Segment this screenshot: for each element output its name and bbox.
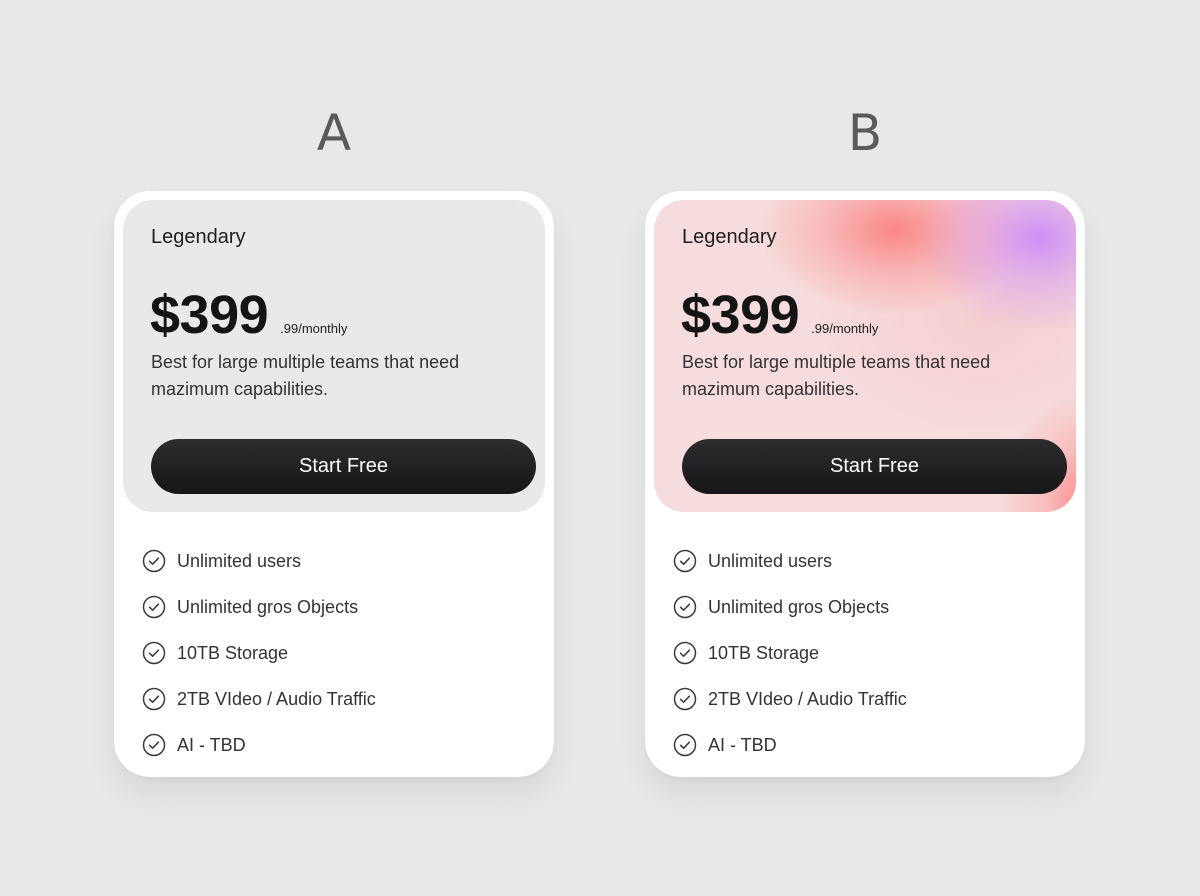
feature-item: 2TB VIdeo / Audio Traffic: [673, 676, 907, 722]
feature-label: 2TB VIdeo / Audio Traffic: [177, 689, 376, 709]
feature-label: AI - TBD: [177, 735, 246, 755]
feature-item: 10TB Storage: [673, 630, 907, 676]
start-free-button[interactable]: Start Free: [151, 439, 536, 494]
feature-item: 10TB Storage: [142, 630, 376, 676]
plan-description: Best for large multiple teams that need …: [151, 352, 460, 399]
price-period: .99/monthly: [811, 321, 879, 336]
check-circle-icon: [673, 641, 697, 665]
feature-label: Unlimited users: [177, 551, 302, 571]
start-free-button[interactable]: Start Free: [682, 439, 1067, 494]
feature-list: Unlimited users Unlimited gros Objects 1…: [142, 538, 376, 768]
price-amount: $399: [150, 285, 269, 345]
plan-name: Legendary: [151, 226, 246, 248]
feature-item: AI - TBD: [142, 722, 376, 768]
pricing-card-b: Legendary $399 .99/monthly Best for larg…: [645, 191, 1085, 777]
feature-label: 10TB Storage: [177, 643, 289, 663]
feature-label: AI - TBD: [708, 735, 777, 755]
check-circle-icon: [673, 687, 697, 711]
check-circle-icon: [142, 595, 166, 619]
price-row: $399 .99/monthly: [681, 286, 878, 344]
check-circle-icon: [142, 641, 166, 665]
check-circle-icon: [142, 687, 166, 711]
variant-label-a: A: [316, 104, 352, 162]
price-amount: $399: [681, 285, 800, 345]
feature-label: Unlimited gros Objects: [177, 597, 359, 617]
feature-label: 10TB Storage: [708, 643, 820, 663]
feature-item: Unlimited gros Objects: [142, 584, 376, 630]
price-period: .99/monthly: [280, 321, 348, 336]
feature-label: Unlimited users: [708, 551, 833, 571]
price-row: $399 .99/monthly: [150, 286, 347, 344]
check-circle-icon: [142, 549, 166, 573]
feature-label: Unlimited gros Objects: [708, 597, 890, 617]
check-circle-icon: [673, 549, 697, 573]
pricing-header-panel: Legendary $399 .99/monthly Best for larg…: [123, 200, 545, 512]
feature-item: AI - TBD: [673, 722, 907, 768]
plan-name: Legendary: [682, 226, 777, 248]
feature-item: Unlimited users: [673, 538, 907, 584]
feature-list: Unlimited users Unlimited gros Objects 1…: [673, 538, 907, 768]
feature-item: Unlimited users: [142, 538, 376, 584]
pricing-header-panel-gradient: Legendary $399 .99/monthly Best for larg…: [654, 200, 1076, 512]
feature-item: Unlimited gros Objects: [673, 584, 907, 630]
check-circle-icon: [673, 733, 697, 757]
check-circle-icon: [142, 733, 166, 757]
feature-item: 2TB VIdeo / Audio Traffic: [142, 676, 376, 722]
feature-label: 2TB VIdeo / Audio Traffic: [708, 689, 907, 709]
pricing-card-a: Legendary $399 .99/monthly Best for larg…: [114, 191, 554, 777]
plan-description: Best for large multiple teams that need …: [682, 352, 991, 399]
check-circle-icon: [673, 595, 697, 619]
variant-label-b: B: [847, 104, 883, 162]
